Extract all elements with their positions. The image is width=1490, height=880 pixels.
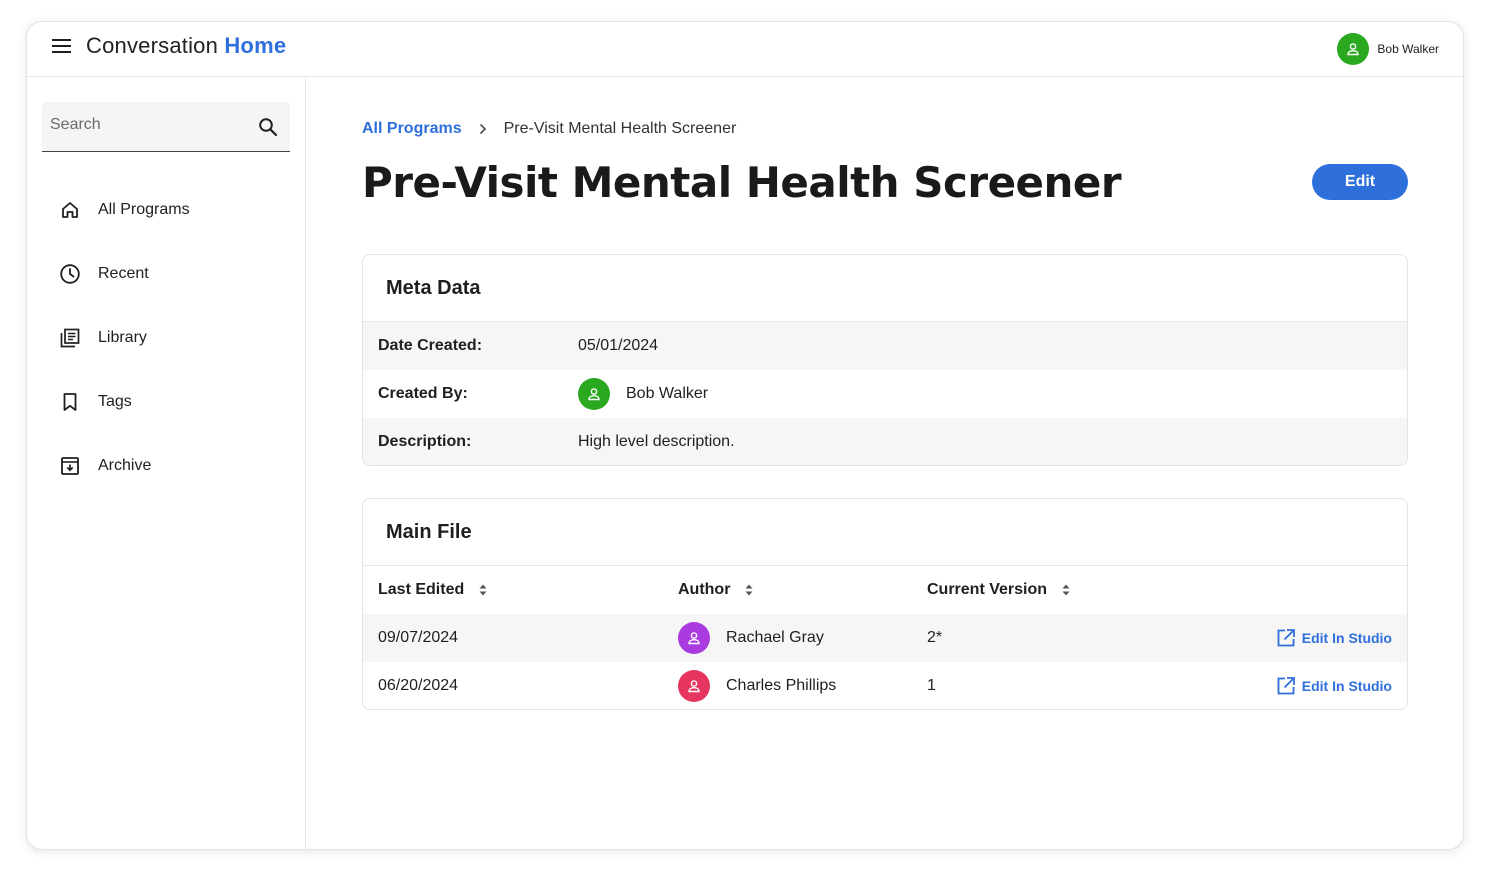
sidebar-item-label: Recent [98, 265, 149, 282]
column-header-label: Last Edited [378, 581, 465, 598]
edit-in-studio-link[interactable]: Edit In Studio [1276, 676, 1392, 696]
page-title: Pre-Visit Mental Health Screener [362, 158, 1122, 207]
meta-key: Date Created: [378, 337, 483, 354]
meta-value: 05/01/2024 [578, 337, 658, 355]
column-header-current-version[interactable]: Current Version [927, 581, 1071, 599]
main-file-card: Main File Last Edited Author Current Ver… [362, 498, 1408, 710]
external-link-icon [1277, 629, 1295, 647]
last-edited-cell: 09/07/2024 [378, 629, 459, 646]
home-icon [59, 199, 81, 221]
meta-key: Description: [378, 433, 472, 450]
user-avatar-icon [678, 670, 710, 702]
table-header-row: Last Edited Author Current Version [363, 566, 1407, 614]
description-value: High level description. [578, 433, 735, 450]
edit-in-studio-label: Edit In Studio [1301, 678, 1392, 694]
author-cell: Charles Phillips [678, 670, 836, 702]
archive-icon [59, 455, 81, 477]
sidebar-item-library[interactable]: Library [27, 306, 305, 370]
version-cell: 2* [927, 629, 943, 646]
sidebar-item-label: Archive [98, 457, 152, 474]
user-avatar-icon [678, 622, 710, 654]
column-header-label: Author [678, 581, 731, 598]
author-cell: Rachael Gray [678, 622, 824, 654]
app-title-prefix: Conversation [86, 33, 219, 58]
app-title-accent: Home [224, 33, 287, 58]
sidebar-item-archive[interactable]: Archive [27, 434, 305, 498]
user-menu[interactable]: Bob Walker [1337, 33, 1439, 65]
sort-icon[interactable] [478, 583, 488, 597]
external-link-icon [1277, 677, 1295, 695]
bookmark-icon [59, 391, 81, 413]
hamburger-menu-icon[interactable] [52, 39, 72, 55]
sidebar-item-recent[interactable]: Recent [27, 242, 305, 306]
breadcrumb-root-link[interactable]: All Programs [362, 120, 462, 138]
sidebar-item-label: Library [98, 329, 147, 346]
edit-in-studio-link[interactable]: Edit In Studio [1276, 628, 1392, 648]
main-file-heading: Main File [363, 499, 1407, 566]
meta-data-heading: Meta Data [363, 255, 1407, 322]
meta-value: High level description. [578, 433, 735, 451]
app-title: Conversation Home [86, 33, 286, 59]
sidebar: All Programs Recent Library Tags [27, 78, 306, 849]
column-header-author[interactable]: Author [678, 581, 754, 599]
date-created-value: 05/01/2024 [578, 337, 659, 354]
sort-icon[interactable] [1061, 583, 1071, 597]
meta-value: Bob Walker [578, 378, 708, 410]
created-by-name: Bob Walker [626, 385, 709, 402]
version-cell: 1 [927, 677, 936, 694]
user-avatar-icon [1337, 33, 1370, 65]
library-icon [59, 327, 81, 349]
app-window: Conversation Home Bob Walker All Program… [26, 21, 1464, 850]
sidebar-item-label: Tags [98, 393, 132, 410]
meta-row-created-by: Created By: Bob Walker [363, 370, 1407, 418]
table-row: 06/20/2024 Charles Phillips 1 Edit In St… [363, 662, 1407, 709]
column-header-last-edited[interactable]: Last Edited [378, 581, 488, 599]
sidebar-item-all-programs[interactable]: All Programs [27, 178, 305, 242]
sort-icon[interactable] [744, 583, 754, 597]
meta-row-description: Description: High level description. [363, 418, 1407, 465]
last-edited-cell: 06/20/2024 [378, 677, 459, 694]
search-box [42, 102, 290, 152]
meta-data-card: Meta Data Date Created: 05/01/2024 Creat… [362, 254, 1408, 466]
column-header-label: Current Version [927, 581, 1048, 598]
user-name: Bob Walker [1377, 42, 1439, 56]
edit-in-studio-label: Edit In Studio [1301, 630, 1392, 646]
user-avatar-icon [578, 378, 610, 410]
sidebar-item-tags[interactable]: Tags [27, 370, 305, 434]
top-bar: Conversation Home Bob Walker [27, 22, 1463, 77]
meta-key: Created By: [378, 385, 468, 402]
edit-button[interactable]: Edit [1312, 164, 1408, 200]
breadcrumb-current: Pre-Visit Mental Health Screener [503, 120, 737, 137]
search-icon[interactable] [258, 117, 278, 142]
clock-icon [59, 263, 81, 285]
author-name: Rachael Gray [726, 629, 824, 646]
search-input[interactable] [50, 116, 250, 134]
breadcrumb: All Programs Pre-Visit Mental Health Scr… [362, 120, 736, 138]
chevron-right-icon [478, 123, 488, 135]
table-row: 09/07/2024 Rachael Gray 2* Edit In Studi… [363, 614, 1407, 662]
author-name: Charles Phillips [726, 677, 837, 694]
sidebar-nav: All Programs Recent Library Tags Archive [27, 178, 305, 498]
sidebar-item-label: All Programs [98, 201, 190, 218]
meta-row-date-created: Date Created: 05/01/2024 [363, 322, 1407, 370]
main-content: All Programs Pre-Visit Mental Health Scr… [307, 78, 1463, 849]
